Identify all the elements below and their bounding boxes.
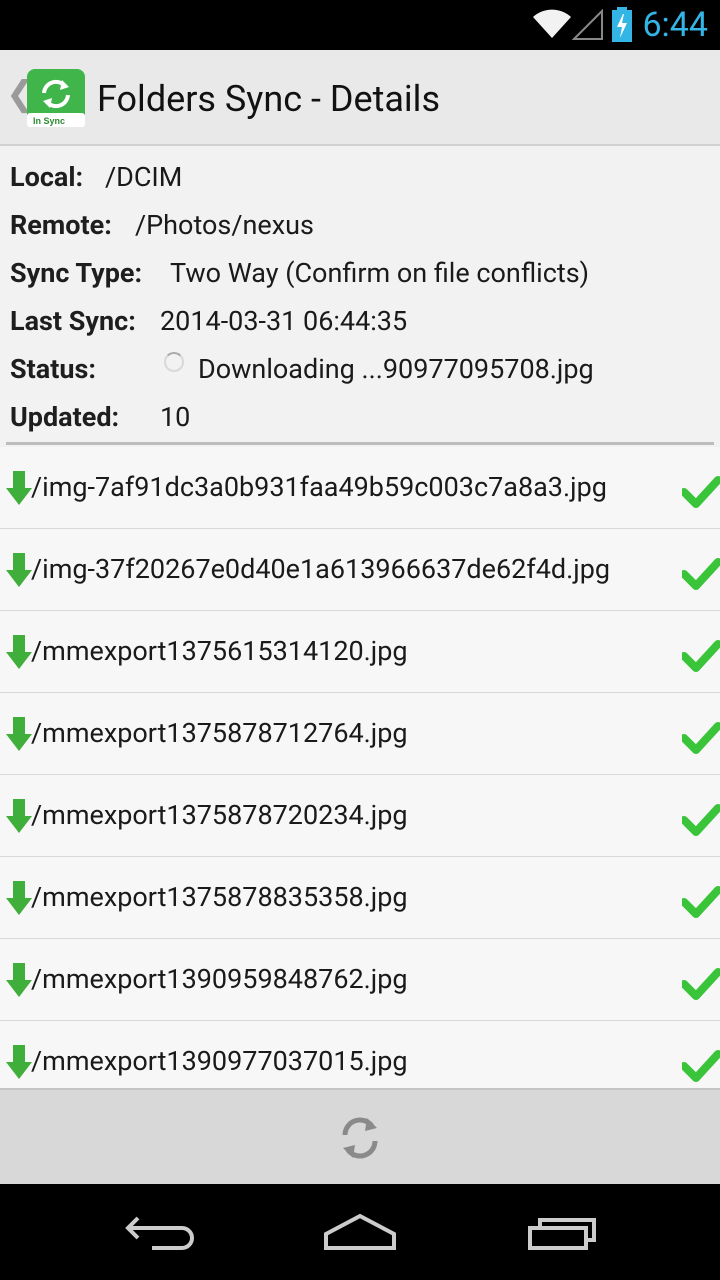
progress-spinner-icon <box>164 352 184 372</box>
list-item[interactable]: /mmexport1375615314120.jpg <box>0 611 720 693</box>
list-item[interactable]: /mmexport1375878835358.jpg <box>0 857 720 939</box>
file-name: /mmexport1390959848762.jpg <box>31 963 408 995</box>
battery-charging-icon <box>612 7 632 42</box>
checkmark-icon <box>682 558 720 590</box>
download-arrow-icon <box>6 635 32 669</box>
detail-value: Two Way (Confirm on file conflicts) <box>170 257 590 289</box>
file-list[interactable]: /img-7af91dc3a0b931faa49b59c003c7a8a3.jp… <box>0 447 720 1088</box>
home-nav-icon[interactable] <box>322 1212 398 1252</box>
file-name: /img-7af91dc3a0b931faa49b59c003c7a8a3.jp… <box>31 471 607 503</box>
detail-value: 10 <box>160 401 191 433</box>
bottom-action-bar <box>0 1088 720 1184</box>
download-arrow-icon <box>6 799 32 833</box>
refresh-icon[interactable] <box>336 1114 384 1162</box>
list-item[interactable]: /img-37f20267e0d40e1a613966637de62f4d.jp… <box>0 529 720 611</box>
file-name: /mmexport1375878835358.jpg <box>31 881 408 913</box>
wifi-icon <box>533 9 571 38</box>
file-name: /mmexport1375615314120.jpg <box>31 635 408 667</box>
file-name: /mmexport1375878712764.jpg <box>31 717 408 749</box>
list-item[interactable]: /mmexport1390977037015.jpg <box>0 1021 720 1088</box>
detail-updated: Updated: 10 <box>10 393 710 441</box>
list-item[interactable]: /mmexport1390959848762.jpg <box>0 939 720 1021</box>
app-icon[interactable]: In Sync <box>27 69 85 127</box>
file-name: /img-37f20267e0d40e1a613966637de62f4d.jp… <box>31 553 611 585</box>
file-name: /mmexport1375878720234.jpg <box>31 799 408 831</box>
download-arrow-icon <box>6 881 32 915</box>
action-bar: ❮ In Sync Folders Sync - Details <box>0 50 720 146</box>
download-arrow-icon <box>6 963 32 997</box>
detail-label: Last Sync: <box>10 305 136 337</box>
back-nav-icon[interactable] <box>122 1212 196 1252</box>
page-title: Folders Sync - Details <box>97 78 441 120</box>
checkmark-icon <box>682 476 720 508</box>
detail-label: Local: <box>10 161 84 193</box>
detail-sync-type: Sync Type: Two Way (Confirm on file conf… <box>10 249 710 297</box>
download-arrow-icon <box>6 717 32 751</box>
detail-label: Updated: <box>10 401 120 433</box>
detail-local: Local: /DCIM <box>10 153 710 201</box>
list-item[interactable]: /mmexport1375878720234.jpg <box>0 775 720 857</box>
download-arrow-icon <box>6 471 32 505</box>
download-arrow-icon <box>6 1045 32 1079</box>
list-item[interactable]: /mmexport1375878712764.jpg <box>0 693 720 775</box>
file-name: /mmexport1390977037015.jpg <box>31 1045 408 1077</box>
download-arrow-icon <box>6 553 32 587</box>
detail-last-sync: Last Sync: 2014-03-31 06:44:35 <box>10 297 710 345</box>
clock: 6:44 <box>642 5 708 45</box>
detail-value: /DCIM <box>105 161 183 193</box>
detail-label: Status: <box>10 353 96 385</box>
detail-status: Status: Downloading ...90977095708.jpg <box>10 345 710 393</box>
detail-value: /Photos/nexus <box>135 209 314 241</box>
checkmark-icon <box>682 640 720 672</box>
system-navigation-bar <box>0 1184 720 1280</box>
detail-value: Downloading ...90977095708.jpg <box>198 353 594 385</box>
detail-remote: Remote: /Photos/nexus <box>10 201 710 249</box>
list-item[interactable]: /img-7af91dc3a0b931faa49b59c003c7a8a3.jp… <box>0 447 720 529</box>
detail-label: Remote: <box>10 209 112 241</box>
checkmark-icon <box>682 804 720 836</box>
recent-apps-nav-icon[interactable] <box>526 1212 598 1252</box>
app-icon-label: In Sync <box>33 116 65 126</box>
checkmark-icon <box>682 1050 720 1082</box>
signal-icon <box>572 9 603 40</box>
status-bar: 6:44 <box>0 0 720 50</box>
checkmark-icon <box>682 968 720 1000</box>
detail-value: 2014-03-31 06:44:35 <box>160 305 408 337</box>
checkmark-icon <box>682 722 720 754</box>
detail-label: Sync Type: <box>10 257 143 289</box>
checkmark-icon <box>682 886 720 918</box>
divider <box>6 442 714 445</box>
